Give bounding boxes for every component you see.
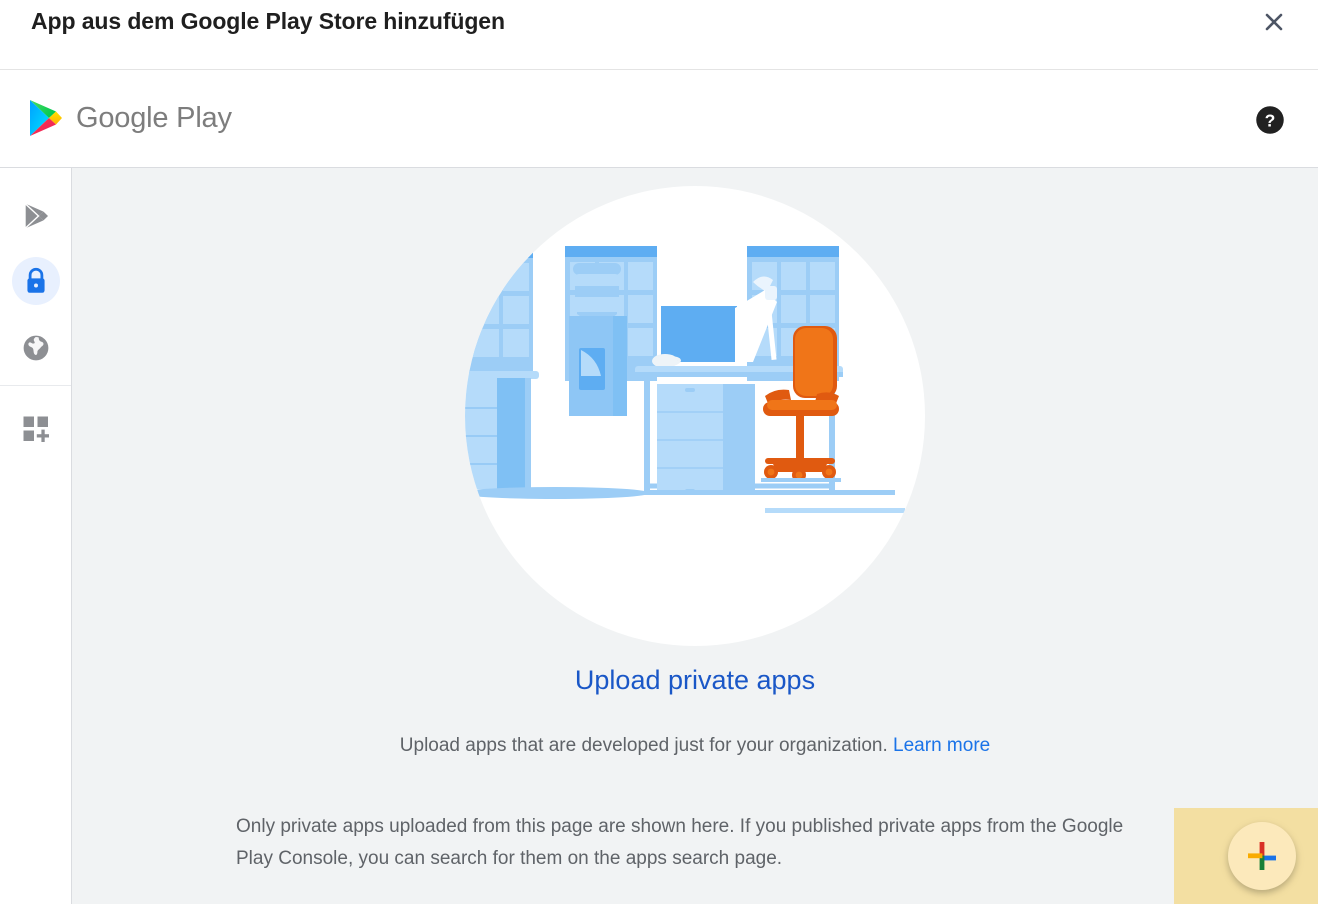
- close-icon-svg: [1265, 13, 1283, 31]
- sidebar-bubble: [12, 192, 60, 240]
- google-play-logo-icon: [30, 100, 62, 136]
- svg-text:?: ?: [1265, 111, 1276, 131]
- sidebar-item-web-apps[interactable]: [0, 314, 71, 382]
- help-circle-icon[interactable]: ?: [1255, 105, 1285, 135]
- play-triangle-icon: [23, 202, 48, 230]
- subline-text: Upload apps that are developed just for …: [399, 735, 888, 756]
- grid-plus-icon: [23, 416, 49, 442]
- page-title: App aus dem Google Play Store hinzufügen: [31, 8, 505, 34]
- google-play-add-app-dialog: App aus dem Google Play Store hinzufügen: [0, 0, 1318, 904]
- help-circle-icon-svg: ?: [1256, 106, 1284, 134]
- sidebar-bubble: [12, 324, 60, 372]
- sidebar-bubble-active: [11, 257, 60, 305]
- subline: Upload apps that are developed just for …: [72, 735, 1318, 757]
- learn-more-link[interactable]: Learn more: [893, 735, 990, 756]
- globe-icon: [23, 335, 48, 361]
- fab-panel: [1174, 808, 1318, 904]
- main-content: Upload private apps Upload apps that are…: [72, 168, 1318, 904]
- left-sidebar: [0, 168, 72, 904]
- illustration-svg: [465, 186, 925, 646]
- add-icon: [1248, 842, 1276, 870]
- sidebar-item-private-apps[interactable]: [0, 247, 71, 315]
- brand-label: Google Play: [76, 101, 232, 134]
- sidebar-item-play-store[interactable]: [0, 182, 71, 250]
- google-play-logo[interactable]: Google Play: [28, 98, 232, 138]
- add-app-fab-button[interactable]: [1228, 822, 1296, 890]
- sidebar-bubble: [12, 405, 60, 453]
- lock-icon: [26, 267, 45, 293]
- sidebar-divider: [0, 385, 71, 386]
- private-apps-note: Only private apps uploaded from this pag…: [236, 816, 1124, 869]
- play-header-bar: Google Play ?: [0, 71, 1318, 168]
- close-icon[interactable]: [1260, 8, 1288, 36]
- sidebar-item-add-apps[interactable]: [0, 395, 71, 463]
- office-workspace-illustration: [465, 186, 925, 646]
- dialog-titlebar: App aus dem Google Play Store hinzufügen: [0, 0, 1318, 70]
- upload-private-apps-link[interactable]: Upload private apps: [72, 665, 1318, 696]
